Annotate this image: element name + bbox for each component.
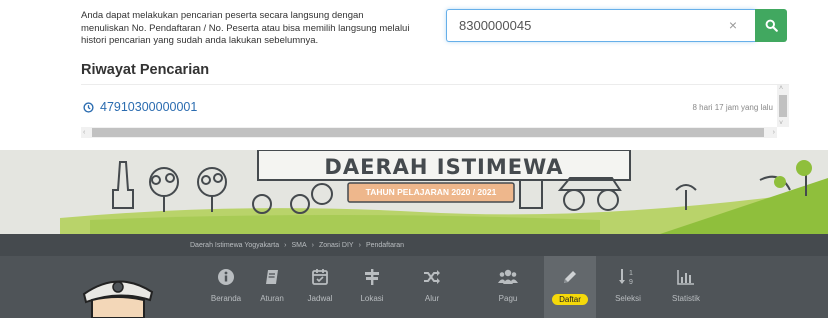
pencil-icon bbox=[561, 264, 579, 290]
menu-item-label: Jadwal bbox=[307, 294, 333, 303]
history-number: 47910300000001 bbox=[100, 100, 198, 114]
breadcrumb-item[interactable]: Daerah Istimewa Yogyakarta bbox=[190, 242, 279, 249]
menu-item-seleksi[interactable]: 19 Seleksi bbox=[602, 256, 654, 318]
book-icon bbox=[263, 264, 281, 290]
menu-item-label: Beranda bbox=[210, 294, 242, 303]
breadcrumb-separator: › bbox=[358, 241, 361, 249]
scroll-up-icon[interactable]: ˄ bbox=[779, 85, 783, 92]
bar-chart-icon bbox=[676, 264, 696, 290]
svg-text:1: 1 bbox=[629, 270, 633, 277]
menu-item-label: Alur bbox=[424, 294, 440, 303]
search-panel: Anda dapat melakukan pencarian peserta s… bbox=[62, 0, 790, 142]
signpost-icon bbox=[363, 264, 381, 290]
shuffle-icon bbox=[423, 264, 441, 290]
menu-item-daftar[interactable]: Daftar bbox=[544, 256, 596, 318]
search-description: Anda dapat melakukan pencarian peserta s… bbox=[81, 10, 410, 46]
breadcrumb-item[interactable]: SMA bbox=[291, 242, 306, 249]
breadcrumb-item[interactable]: Pendaftaran bbox=[366, 242, 404, 249]
list-item: 47910300000001 8 hari 17 jam yang lalu bbox=[81, 93, 777, 121]
vertical-scrollbar[interactable]: ˄ ˅ bbox=[777, 85, 789, 127]
menu-item-label: Lokasi bbox=[360, 294, 384, 303]
scrollbar-thumb[interactable] bbox=[92, 128, 764, 137]
menu-item-pagu[interactable]: Pagu bbox=[482, 256, 534, 318]
clock-icon bbox=[83, 101, 94, 113]
users-icon bbox=[498, 264, 518, 290]
main-menu: Beranda Aturan Jadwal Lokasi Alur Pagu D… bbox=[0, 256, 828, 318]
search-icon bbox=[765, 19, 778, 32]
search-button[interactable] bbox=[755, 9, 787, 42]
breadcrumb-separator: › bbox=[311, 241, 314, 249]
menu-item-label: Seleksi bbox=[615, 294, 641, 303]
menu-item-beranda[interactable]: Beranda bbox=[200, 256, 252, 318]
menu-item-label: Aturan bbox=[260, 294, 284, 303]
menu-item-aturan[interactable]: Aturan bbox=[246, 256, 298, 318]
menu-item-alur[interactable]: Alur bbox=[406, 256, 458, 318]
breadcrumb: Daerah Istimewa Yogyakarta › SMA › Zonas… bbox=[0, 234, 828, 256]
banner-region: DAERAH ISTIMEWA YOGYAKARTA bbox=[324, 155, 564, 178]
scrollbar-thumb[interactable] bbox=[779, 95, 787, 117]
menu-item-jadwal[interactable]: Jadwal bbox=[294, 256, 346, 318]
history-link[interactable]: 47910300000001 bbox=[83, 100, 197, 114]
horizontal-scrollbar[interactable]: ‹ › bbox=[81, 127, 777, 138]
menu-item-label: Statistik bbox=[671, 294, 700, 303]
menu-item-statistik[interactable]: Statistik bbox=[660, 256, 712, 318]
scroll-right-icon[interactable]: › bbox=[773, 127, 775, 138]
menu-item-label: Pagu bbox=[498, 294, 518, 303]
info-icon bbox=[217, 264, 235, 290]
menu-item-label: Daftar bbox=[552, 294, 588, 305]
search-input[interactable] bbox=[446, 9, 755, 42]
sort-numeric-icon: 19 bbox=[618, 264, 638, 290]
scroll-down-icon[interactable]: ˅ bbox=[779, 120, 783, 127]
header-banner: DAERAH ISTIMEWA YOGYAKARTA TAHUN PELAJAR… bbox=[0, 150, 828, 234]
scroll-left-icon[interactable]: ‹ bbox=[83, 127, 85, 138]
banner-year: TAHUN PELAJARAN 2020 / 2021 bbox=[365, 187, 497, 197]
history-time: 8 hari 17 jam yang lalu bbox=[692, 102, 774, 112]
history-title: Riwayat Pencarian bbox=[81, 62, 210, 78]
svg-text:9: 9 bbox=[629, 279, 633, 286]
history-list: 47910300000001 8 hari 17 jam yang lalu ‹… bbox=[81, 84, 789, 139]
menu-item-lokasi[interactable]: Lokasi bbox=[346, 256, 398, 318]
mascot-avatar bbox=[82, 280, 154, 318]
breadcrumb-item[interactable]: Zonasi DIY bbox=[319, 242, 354, 249]
clear-icon[interactable]: × bbox=[729, 18, 737, 32]
search-bar: × bbox=[446, 9, 787, 42]
calendar-icon bbox=[311, 264, 329, 290]
breadcrumb-separator: › bbox=[284, 241, 287, 249]
